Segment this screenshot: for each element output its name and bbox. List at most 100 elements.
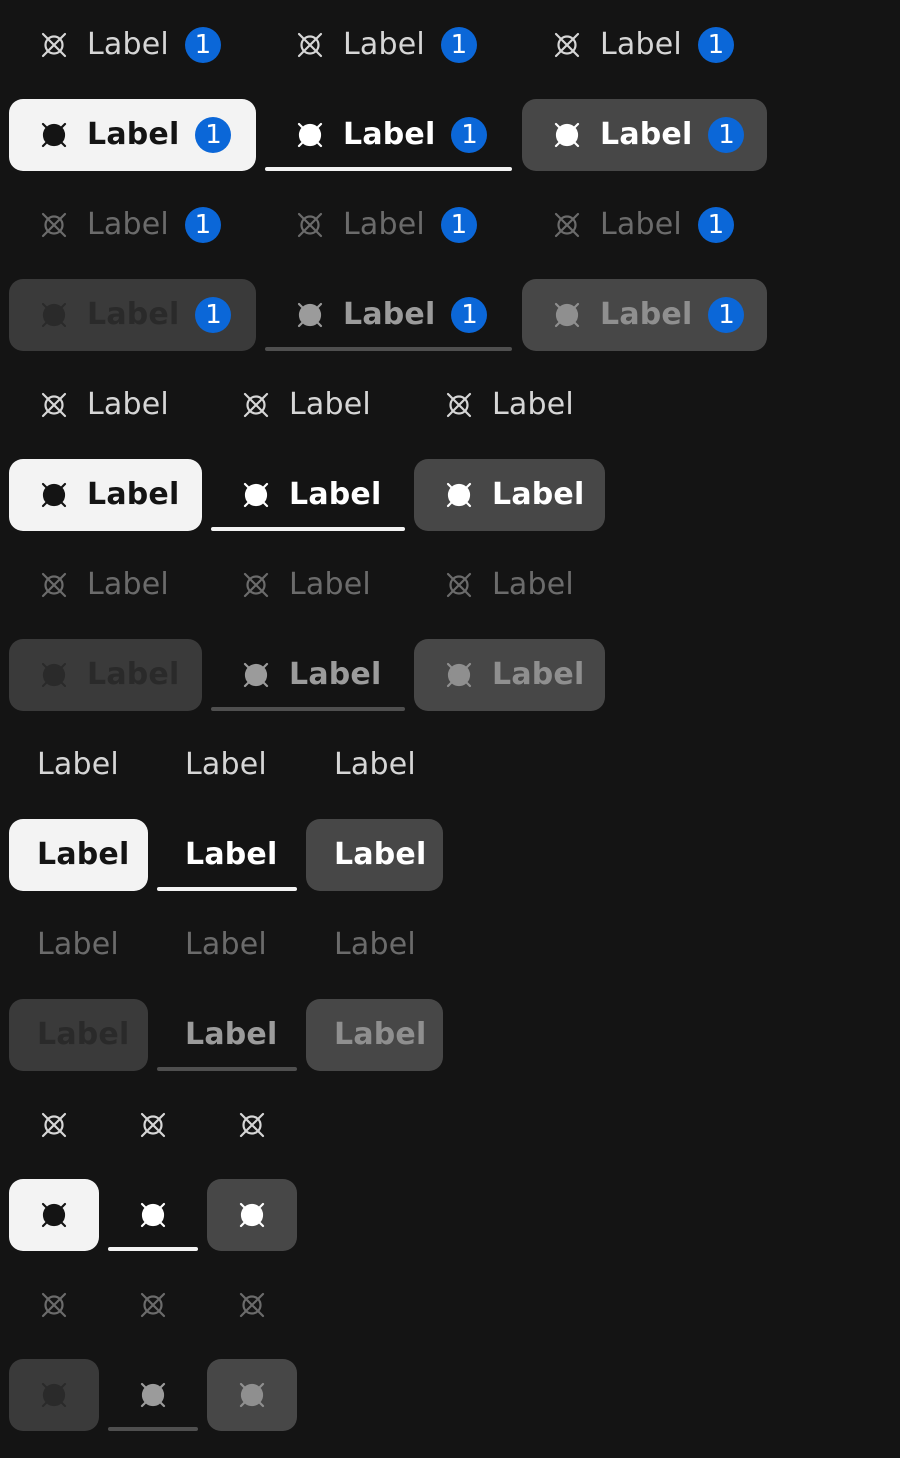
tab-icon-only-default-gray[interactable] <box>207 1089 297 1161</box>
tab-label-badge-default-disabled-underline[interactable]: Label 1 <box>265 189 512 261</box>
tab-label-icon-default-disabled-gray[interactable]: Label <box>414 549 605 621</box>
tab-label-only-default-disabled-gray[interactable]: Label <box>306 909 443 981</box>
tab-label-only-default-filled[interactable]: Label <box>9 729 148 801</box>
tab-label-icon-selected-disabled-underline[interactable]: Label <box>211 639 405 711</box>
icon-filled <box>293 118 327 152</box>
icon-outline <box>550 208 584 242</box>
tab-icon-only-selected-gray[interactable] <box>207 1179 297 1251</box>
tab-label-only-selected-disabled-filled[interactable]: Label <box>9 999 148 1071</box>
icon-outline <box>550 28 584 62</box>
tab-label-icon-selected-gray[interactable]: Label <box>414 459 605 531</box>
tab-label: Label <box>334 837 427 872</box>
tab-label-icon-default-gray[interactable]: Label <box>414 369 605 441</box>
tab-label-badge-selected-disabled-filled[interactable]: Label 1 <box>9 279 256 351</box>
tab-label-only-selected-underline[interactable]: Label <box>157 819 297 891</box>
icon-outline <box>37 1288 71 1322</box>
tab-label-icon-selected-disabled-gray[interactable]: Label <box>414 639 605 711</box>
tab-label: Label <box>492 387 574 422</box>
tab-label: Label <box>37 927 119 962</box>
tab-icon-only-default-disabled-gray[interactable] <box>207 1269 297 1341</box>
count-badge: 1 <box>440 27 477 63</box>
tab-label: Label <box>334 927 416 962</box>
tab-label: Label <box>492 567 574 602</box>
tab-label-badge-default-gray[interactable]: Label 1 <box>522 9 767 81</box>
count-badge: 1 <box>708 297 745 333</box>
tab-label-badge-selected-filled[interactable]: Label 1 <box>9 99 256 171</box>
icon-outline <box>37 388 71 422</box>
tab-label-badge-default-disabled-gray[interactable]: Label 1 <box>522 189 767 261</box>
tab-label: Label <box>37 1017 130 1052</box>
tab-label-only-selected-filled[interactable]: Label <box>9 819 148 891</box>
tab-label-only-selected-disabled-underline[interactable]: Label <box>157 999 297 1071</box>
tab-label: Label <box>87 477 180 512</box>
tab-icon-only-selected-filled[interactable] <box>9 1179 99 1251</box>
tab-label: Label <box>343 27 425 62</box>
tab-label-only-selected-gray[interactable]: Label <box>306 819 443 891</box>
icon-filled <box>37 1378 71 1412</box>
tab-label: Label <box>492 477 585 512</box>
tab-label-icon-default-underline[interactable]: Label <box>211 369 405 441</box>
icon-outline <box>442 568 476 602</box>
tab-label: Label <box>600 297 693 332</box>
icon-outline <box>37 28 71 62</box>
tab-label: Label <box>289 657 382 692</box>
tab-label-badge-selected-disabled-gray[interactable]: Label 1 <box>522 279 767 351</box>
icon-filled <box>136 1198 170 1232</box>
tab-icon-only-selected-underline[interactable] <box>108 1179 198 1251</box>
tab-label: Label <box>343 207 425 242</box>
tab-label-badge-default-underline[interactable]: Label 1 <box>265 9 512 81</box>
count-badge: 1 <box>451 117 488 153</box>
tab-icon-only-selected-disabled-underline[interactable] <box>108 1359 198 1431</box>
tab-label: Label <box>87 567 169 602</box>
tab-icon-only-default-underline[interactable] <box>108 1089 198 1161</box>
tab-label: Label <box>600 117 693 152</box>
tab-label-only-selected-disabled-gray[interactable]: Label <box>306 999 443 1071</box>
tab-label: Label <box>343 117 436 152</box>
tab-label: Label <box>37 747 119 782</box>
tab-label-badge-selected-underline[interactable]: Label 1 <box>265 99 512 171</box>
tab-label-icon-default-filled[interactable]: Label <box>9 369 202 441</box>
icon-filled <box>37 1198 71 1232</box>
tab-label: Label <box>334 747 416 782</box>
tab-label: Label <box>37 837 130 872</box>
tab-icon-only-default-disabled-underline[interactable] <box>108 1269 198 1341</box>
tab-label-icon-selected-disabled-filled[interactable]: Label <box>9 639 202 711</box>
tab-label-only-default-disabled-underline[interactable]: Label <box>157 909 297 981</box>
icon-outline <box>37 568 71 602</box>
tab-label-badge-selected-gray[interactable]: Label 1 <box>522 99 767 171</box>
tab-label-badge-default-filled[interactable]: Label 1 <box>9 9 256 81</box>
tab-icon-only-default-disabled-filled[interactable] <box>9 1269 99 1341</box>
icon-filled <box>550 298 584 332</box>
icon-outline <box>293 28 327 62</box>
icon-filled <box>293 298 327 332</box>
count-badge: 1 <box>184 207 221 243</box>
tab-label-only-default-underline[interactable]: Label <box>157 729 297 801</box>
icon-outline <box>239 388 273 422</box>
tab-label-icon-default-disabled-underline[interactable]: Label <box>211 549 405 621</box>
tab-variant-grid: Label 1 Label 1 Label 1 Label 1 Label 1 … <box>0 0 900 1458</box>
tab-label: Label <box>600 27 682 62</box>
tab-icon-only-selected-disabled-filled[interactable] <box>9 1359 99 1431</box>
count-badge: 1 <box>440 207 477 243</box>
tab-label-icon-selected-filled[interactable]: Label <box>9 459 202 531</box>
tab-label-icon-default-disabled-filled[interactable]: Label <box>9 549 202 621</box>
tab-icon-only-default-filled[interactable] <box>9 1089 99 1161</box>
count-badge: 1 <box>697 27 734 63</box>
tab-label-badge-default-disabled-filled[interactable]: Label 1 <box>9 189 256 261</box>
count-badge: 1 <box>708 117 745 153</box>
icon-outline <box>235 1288 269 1322</box>
tab-label-only-default-gray[interactable]: Label <box>306 729 443 801</box>
icon-outline <box>442 388 476 422</box>
tab-label: Label <box>185 747 267 782</box>
icon-filled <box>442 658 476 692</box>
tab-label-only-default-disabled-filled[interactable]: Label <box>9 909 148 981</box>
icon-filled <box>37 658 71 692</box>
icon-outline <box>239 568 273 602</box>
tab-label-badge-selected-disabled-underline[interactable]: Label 1 <box>265 279 512 351</box>
tab-label-icon-selected-underline[interactable]: Label <box>211 459 405 531</box>
tab-icon-only-selected-disabled-gray[interactable] <box>207 1359 297 1431</box>
icon-outline <box>37 1108 71 1142</box>
tab-label: Label <box>87 207 169 242</box>
icon-filled <box>239 478 273 512</box>
icon-outline <box>293 208 327 242</box>
